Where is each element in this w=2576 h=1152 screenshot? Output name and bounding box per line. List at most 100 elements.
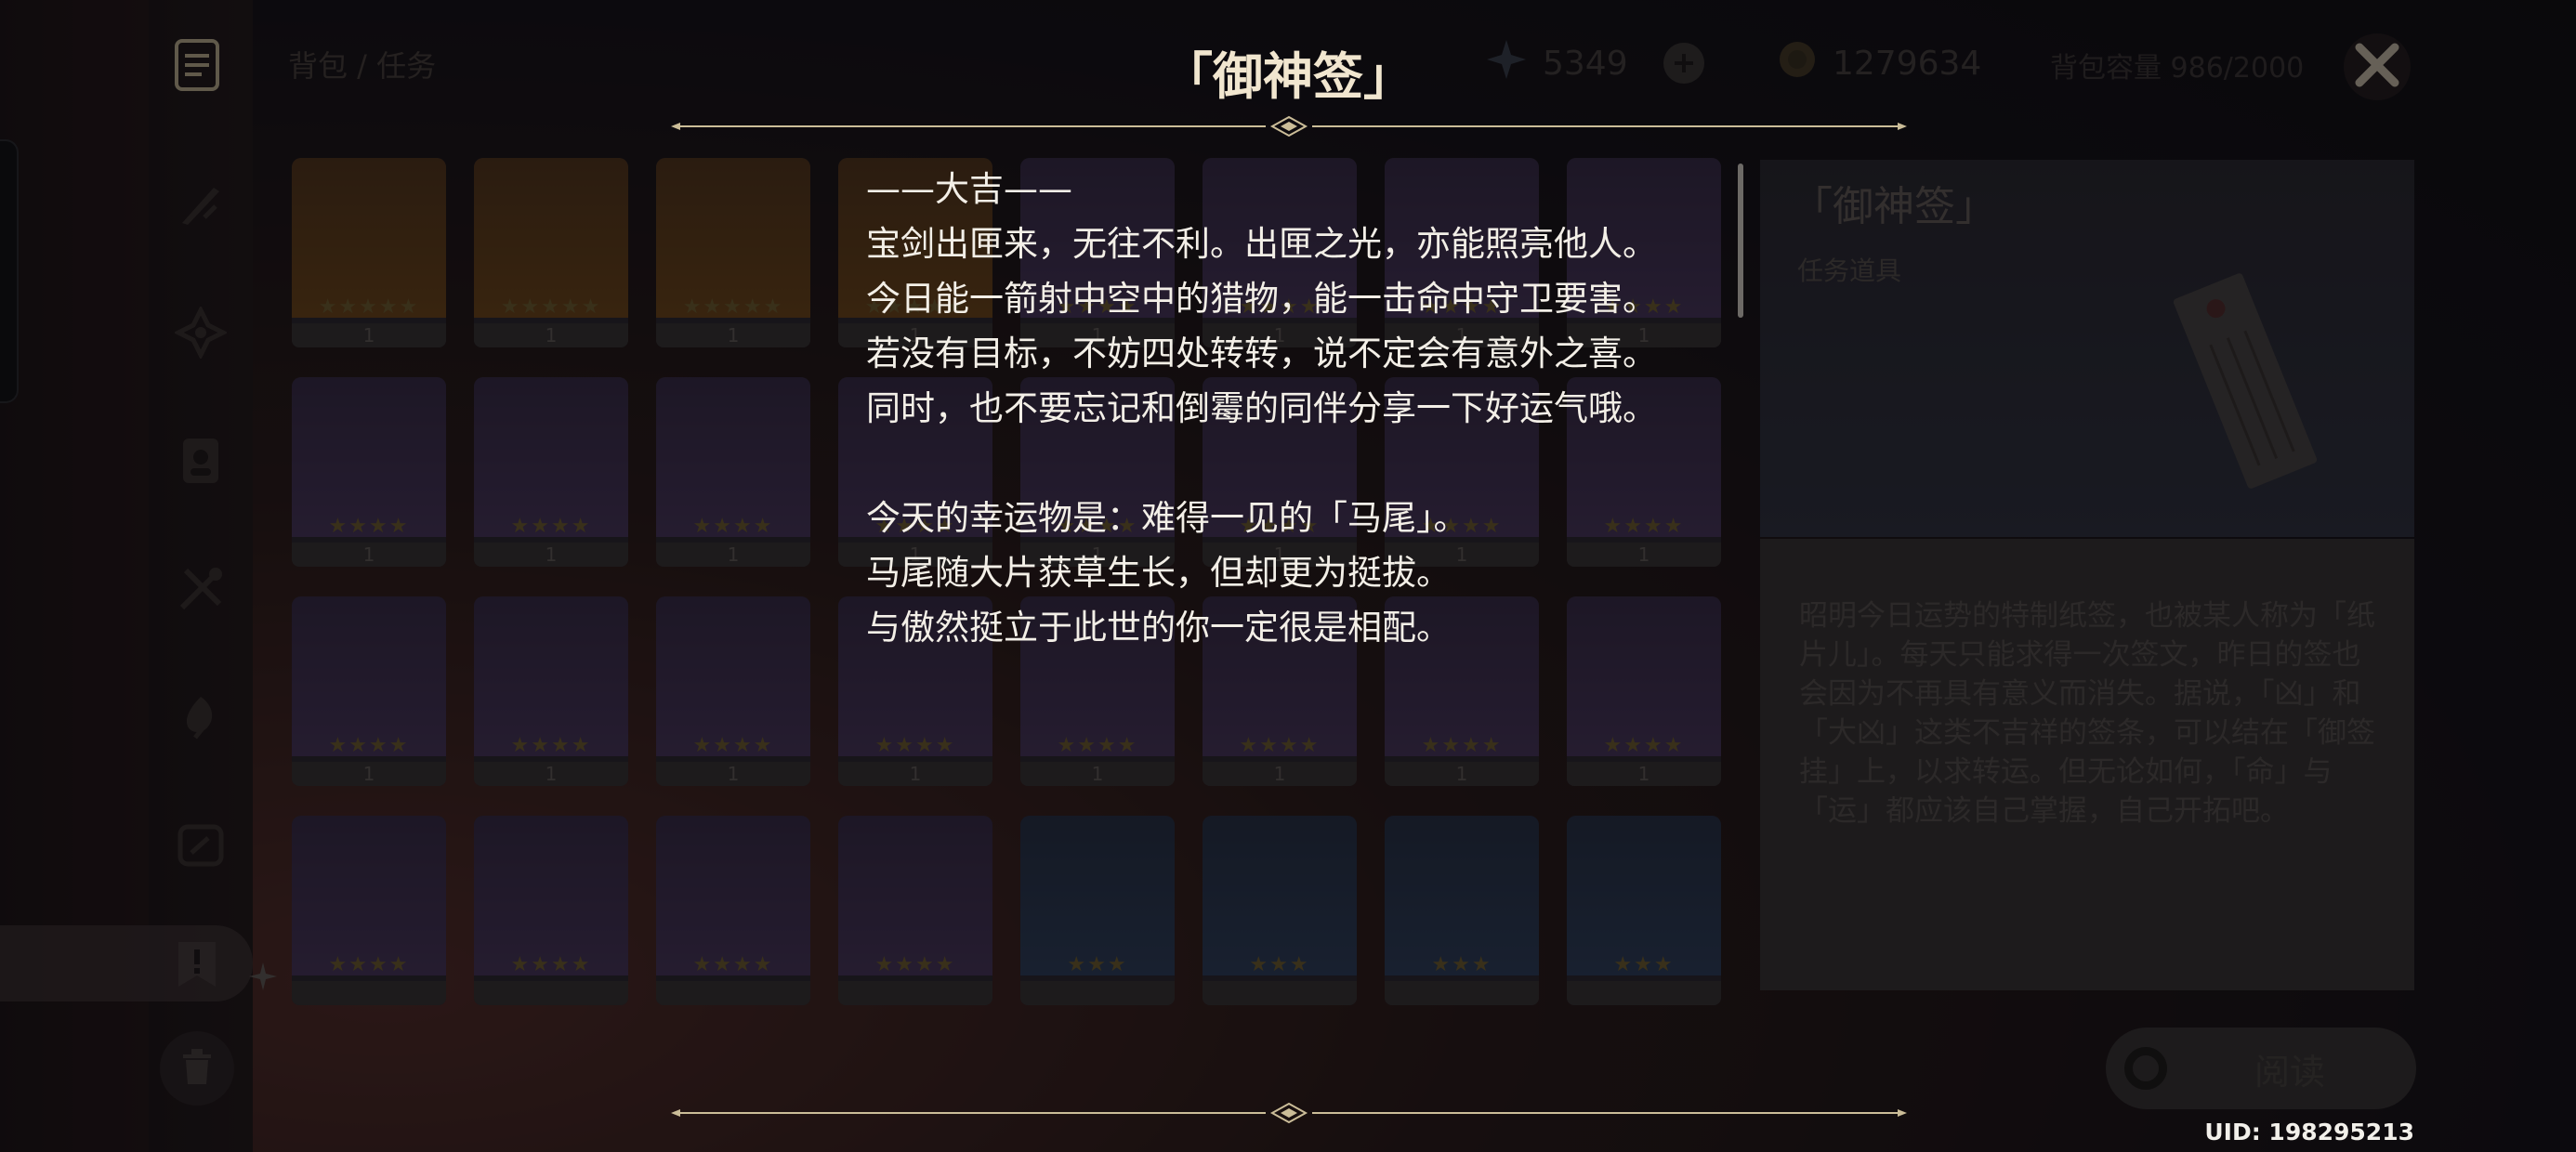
inventory-item[interactable]: ★★★★ 1 bbox=[656, 596, 810, 786]
item-icon bbox=[292, 377, 446, 537]
item-count: 1 bbox=[656, 762, 810, 786]
item-detail-body: 昭明今日运势的特制纸签，也被某人称为「纸片儿」。每天只能求得一次签文，昨日的签也… bbox=[1760, 539, 2414, 990]
item-icon bbox=[292, 596, 446, 756]
inventory-item[interactable]: ★★★★★ 1 bbox=[656, 158, 810, 347]
dialog-title: 「御神签」 bbox=[1163, 47, 1413, 106]
inventory-item[interactable]: ★★★★ bbox=[474, 816, 628, 1005]
bottom-divider-ornament bbox=[671, 1102, 1907, 1124]
item-count: 1 bbox=[474, 762, 628, 786]
inventory-item[interactable]: ★★★ bbox=[1020, 816, 1175, 1005]
inventory-item[interactable]: ★★★ bbox=[1203, 816, 1357, 1005]
inventory-item[interactable]: ★★★★ bbox=[838, 816, 992, 1005]
inventory-item[interactable]: ★★★★★ 1 bbox=[474, 158, 628, 347]
rarity-stars: ★★★★ bbox=[328, 515, 410, 538]
item-count: 1 bbox=[1385, 762, 1539, 786]
title-divider-ornament bbox=[671, 115, 1907, 137]
item-detail-title: 「御神签」 bbox=[1792, 183, 1996, 230]
item-detail-panel: 「御神签」 任务道具 昭明今日运势的特制纸签，也被某人称为「纸片儿」。每天只能求… bbox=[1760, 160, 2414, 990]
rarity-stars: ★★★★ bbox=[692, 953, 774, 976]
item-icon bbox=[656, 377, 810, 537]
rarity-stars: ★★★★ bbox=[1603, 734, 1685, 757]
item-icon bbox=[292, 158, 446, 318]
rarity-stars: ★★★ bbox=[1613, 953, 1675, 976]
inventory-item[interactable]: ★★★★ 1 bbox=[292, 377, 446, 567]
rarity-stars: ★★★★ bbox=[510, 734, 592, 757]
item-count bbox=[1567, 981, 1721, 1005]
fortune-text: ——大吉—— 宝剑出匣来，无往不利。出匣之光，亦能照亮他人。 今日能一箭射中空中的猎… bbox=[866, 162, 1721, 655]
rarity-stars: ★★★★★ bbox=[500, 295, 602, 319]
item-count: 1 bbox=[474, 323, 628, 347]
inventory-item[interactable]: ★★★★ 1 bbox=[474, 596, 628, 786]
item-icon bbox=[656, 596, 810, 756]
fortune-line: 若没有目标，不妨四处转转，说不定会有意外之喜。 bbox=[866, 334, 1657, 373]
inventory-item[interactable]: ★★★ bbox=[1567, 816, 1721, 1005]
inventory-item[interactable]: ★★★★ bbox=[656, 816, 810, 1005]
fortune-line bbox=[866, 436, 1721, 491]
item-icon bbox=[474, 377, 628, 537]
rarity-stars: ★★★★ bbox=[692, 515, 774, 538]
trash-icon bbox=[179, 1047, 215, 1090]
rarity-stars: ★★★★ bbox=[328, 953, 410, 976]
fortune-line: 宝剑出匣来，无往不利。出匣之光，亦能照亮他人。 bbox=[866, 224, 1657, 264]
rarity-stars: ★★★★ bbox=[1239, 734, 1321, 757]
item-count bbox=[292, 981, 446, 1005]
inventory-item[interactable]: ★★★ bbox=[1385, 816, 1539, 1005]
item-icon bbox=[474, 596, 628, 756]
rarity-stars: ★★★★★ bbox=[318, 295, 420, 319]
item-icon bbox=[1020, 816, 1175, 975]
inventory-item[interactable]: ★★★★ 1 bbox=[474, 377, 628, 567]
rarity-stars: ★★★★ bbox=[874, 953, 956, 976]
item-count bbox=[1385, 981, 1539, 1005]
fortune-line: 今日能一箭射中空中的猎物，能一击命中守卫要害。 bbox=[866, 279, 1657, 319]
rarity-stars: ★★★★★ bbox=[682, 295, 784, 319]
rarity-stars: ★★★ bbox=[1431, 953, 1492, 976]
side-pull-tab[interactable] bbox=[0, 139, 19, 403]
player-uid: UID: 198295213 bbox=[2204, 1119, 2414, 1145]
rarity-stars: ★★★★ bbox=[510, 515, 592, 538]
item-count: 1 bbox=[838, 762, 992, 786]
fortune-line: 马尾随大片获草生长，但却更为挺拔。 bbox=[866, 553, 1451, 593]
inventory-item[interactable]: ★★★★ 1 bbox=[656, 377, 810, 567]
fortune-slip-image bbox=[2162, 269, 2329, 496]
item-count: 1 bbox=[656, 543, 810, 567]
delete-button[interactable] bbox=[160, 1031, 234, 1106]
item-icon bbox=[656, 158, 810, 318]
dialog-scrollbar[interactable] bbox=[1738, 164, 1743, 318]
weapon-category-icon[interactable] bbox=[173, 177, 229, 232]
item-count: 1 bbox=[474, 543, 628, 567]
material-category-icon[interactable] bbox=[173, 689, 229, 745]
circle-button-icon bbox=[2124, 1047, 2167, 1090]
fortune-line: ——大吉—— bbox=[866, 169, 1072, 209]
item-count bbox=[1203, 981, 1357, 1005]
rarity-stars: ★★★★ bbox=[1421, 734, 1503, 757]
item-icon bbox=[656, 816, 810, 975]
item-count: 1 bbox=[292, 323, 446, 347]
item-count bbox=[1020, 981, 1175, 1005]
inventory-item[interactable]: ★★★★ bbox=[292, 816, 446, 1005]
food-category-icon[interactable] bbox=[173, 561, 229, 617]
item-icon bbox=[292, 816, 446, 975]
fortune-line: 同时，也不要忘记和倒霉的同伴分享一下好运气哦。 bbox=[866, 388, 1657, 428]
artifact-category-icon[interactable] bbox=[173, 305, 229, 360]
item-detail-type: 任务道具 bbox=[1797, 255, 1902, 286]
item-count: 1 bbox=[1203, 762, 1357, 786]
rarity-stars: ★★★ bbox=[1249, 953, 1310, 976]
rarity-stars: ★★★★ bbox=[328, 734, 410, 757]
fortune-line: 今天的幸运物是：难得一见的「马尾」。 bbox=[866, 498, 1468, 538]
inventory-item[interactable]: ★★★★ 1 bbox=[292, 596, 446, 786]
item-detail-header: 「御神签」 任务道具 bbox=[1760, 160, 2414, 537]
fortune-line: 与傲然挺立于此世的你一定很是相配。 bbox=[866, 608, 1451, 648]
gadget-category-icon[interactable] bbox=[173, 818, 229, 873]
rarity-stars: ★★★ bbox=[1067, 953, 1128, 976]
rarity-stars: ★★★★ bbox=[692, 734, 774, 757]
item-icon bbox=[838, 816, 992, 975]
item-icon bbox=[474, 158, 628, 318]
read-button[interactable]: 阅读 bbox=[2106, 1028, 2416, 1109]
quest-tab-active-highlight[interactable] bbox=[0, 925, 253, 1001]
rarity-stars: ★★★★ bbox=[1057, 734, 1138, 757]
character-exp-category-icon[interactable] bbox=[173, 433, 229, 489]
item-count: 1 bbox=[292, 762, 446, 786]
rarity-stars: ★★★★ bbox=[874, 734, 956, 757]
quest-item-category-icon bbox=[175, 938, 219, 994]
inventory-item[interactable]: ★★★★★ 1 bbox=[292, 158, 446, 347]
